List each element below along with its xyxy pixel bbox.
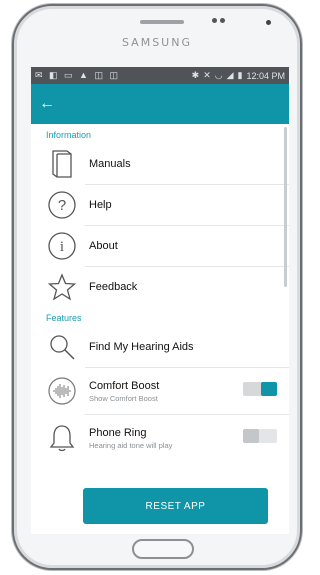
item-label: Find My Hearing Aids xyxy=(89,341,194,353)
info-icon: i xyxy=(45,229,79,263)
status-time: 12:04 PM xyxy=(246,70,285,81)
sound-wave-icon xyxy=(45,374,79,408)
phone-ring-toggle[interactable] xyxy=(243,429,277,443)
bluetooth-icon: ✱ xyxy=(191,70,200,80)
reset-app-button[interactable]: RESET APP xyxy=(83,488,268,524)
mute-icon: ✕ xyxy=(203,70,211,80)
comfort-boost-toggle[interactable] xyxy=(243,382,277,396)
list-item-help[interactable]: ? Help xyxy=(31,185,289,225)
section-header-features: Features xyxy=(46,313,82,323)
item-label: Phone Ring xyxy=(89,426,147,439)
app-bar: ← xyxy=(31,84,289,124)
item-label: Help xyxy=(89,199,112,211)
section-header-information: Information xyxy=(46,130,92,140)
question-icon: ? xyxy=(45,188,79,222)
battery-icon: ▮ xyxy=(237,70,243,80)
footer: RESET APP xyxy=(31,476,289,534)
back-arrow-icon[interactable]: ← xyxy=(39,96,55,112)
scrollbar[interactable] xyxy=(284,127,287,287)
item-sublabel: Show Comfort Boost xyxy=(89,393,158,403)
svg-text:?: ? xyxy=(58,197,66,214)
magnifier-icon xyxy=(45,330,79,364)
star-icon xyxy=(45,270,79,304)
status-bar: ✉ ◧ ▭ ▲ ◫ ◫ ✱ ✕ ◡ ◢ ▮ 12:04 PM xyxy=(31,67,289,84)
toggle-knob xyxy=(243,429,259,443)
item-sublabel: Hearing aid tone will play xyxy=(89,440,173,450)
toggle-knob xyxy=(261,382,277,396)
bell-icon xyxy=(45,421,79,455)
notification-icons: ✉ ◧ ▭ ▲ ◫ ◫ xyxy=(35,70,120,80)
front-camera xyxy=(266,20,271,25)
signal-icon: ◢ xyxy=(226,70,234,80)
list-item-manuals[interactable]: Manuals xyxy=(31,144,289,184)
book-icon xyxy=(45,147,79,181)
list-item-phone-ring[interactable]: Phone Ring Hearing aid tone will play xyxy=(31,415,289,461)
item-label: About xyxy=(89,240,118,252)
list-item-find-hearing-aids[interactable]: Find My Hearing Aids xyxy=(31,327,289,367)
list-item-comfort-boost[interactable]: Comfort Boost Show Comfort Boost xyxy=(31,368,289,414)
device-brand: SAMSUNG xyxy=(122,36,192,49)
sensor-dot xyxy=(212,18,217,23)
speaker-grille xyxy=(140,20,184,24)
sensor-dot xyxy=(220,18,225,23)
list-item-about[interactable]: i About xyxy=(31,226,289,266)
phone-frame: SAMSUNG ✉ ◧ ▭ ▲ ◫ ◫ ✱ ✕ ◡ ◢ ▮ 12:04 PM ←… xyxy=(12,4,302,570)
svg-text:i: i xyxy=(60,239,64,255)
settings-list: Information Manuals ? Help i About Feedb… xyxy=(31,124,289,501)
home-button[interactable] xyxy=(132,539,194,559)
list-item-feedback[interactable]: Feedback xyxy=(31,267,289,307)
item-label: Manuals xyxy=(89,158,131,170)
wifi-icon: ◡ xyxy=(214,70,223,80)
item-label: Comfort Boost xyxy=(89,379,160,392)
screen: ✉ ◧ ▭ ▲ ◫ ◫ ✱ ✕ ◡ ◢ ▮ 12:04 PM ← Informa… xyxy=(31,67,289,534)
item-label: Feedback xyxy=(89,281,138,293)
